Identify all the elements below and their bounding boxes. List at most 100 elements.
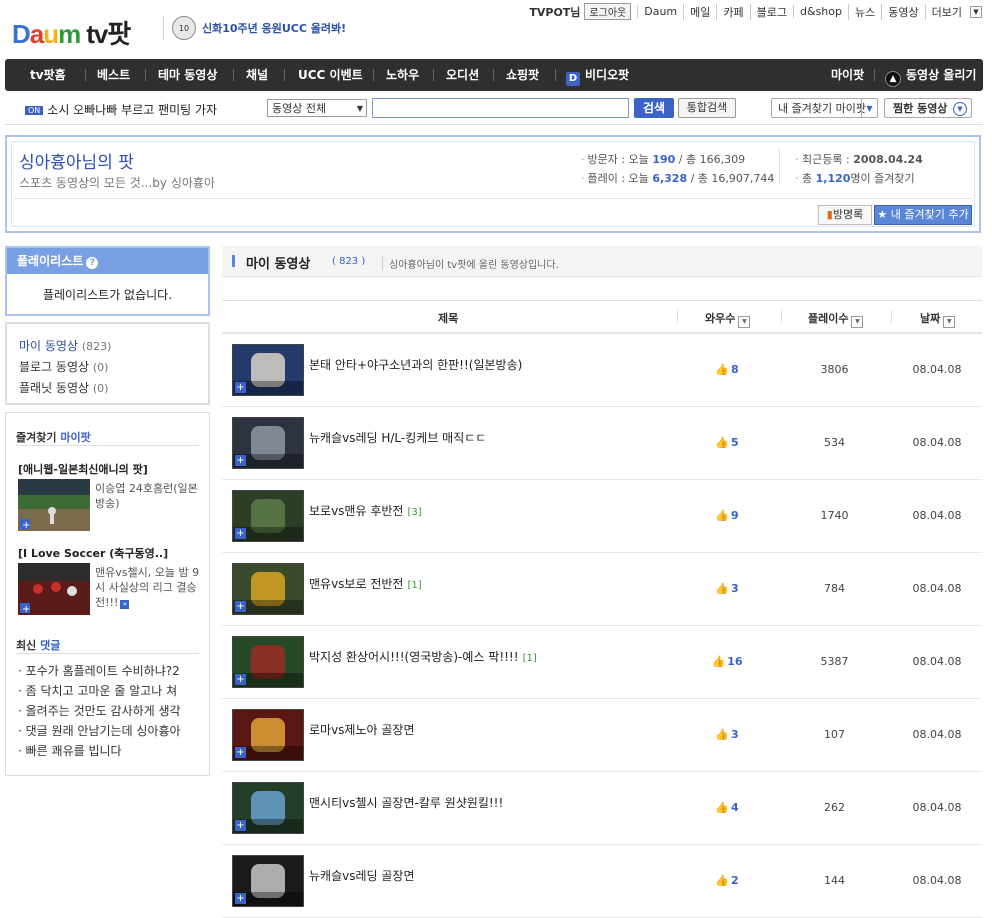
chevron-down-circle-icon: ▼	[953, 102, 967, 116]
add-to-playlist-icon[interactable]: +	[235, 455, 246, 466]
util-link-daum[interactable]: Daum	[637, 5, 683, 18]
nav-upload-video[interactable]: ▲ 동영상 올리기	[885, 59, 976, 91]
fav-video-desc[interactable]: 맨유vs첼시, 오늘 밤 9시 사실상의 리그 결승전!!!»	[95, 565, 203, 610]
nav-mypot[interactable]: 마이팟	[831, 59, 864, 91]
menu-item-blog-videos[interactable]: 블로그 동영상 (0)	[19, 357, 208, 378]
video-thumbnail[interactable]: +	[232, 709, 304, 761]
video-title[interactable]: 박지성 환상어시!!!(영국방송)-예스 팍!!!! [1]	[309, 648, 537, 665]
video-thumbnail[interactable]: +	[232, 636, 304, 688]
video-thumbnail[interactable]: +	[232, 563, 304, 615]
comment-count: [1]	[407, 580, 422, 591]
fav-pot-title[interactable]: [애니웹-일본최신애니의 팟]	[18, 461, 148, 477]
wow-count[interactable]: 👍 16	[697, 655, 757, 668]
video-title[interactable]: 본태 안타+야구소년과의 한판!!(일본방송)	[309, 356, 526, 373]
news-ticker[interactable]: ON 소시 오빠나빠 부르고 팬미팅 가자	[25, 101, 217, 118]
pot-title[interactable]: 싱아흉아님의 팟	[19, 148, 134, 173]
help-icon[interactable]: ?	[86, 257, 99, 269]
saved-videos-button[interactable]: 찜한 동영상 ▼	[884, 98, 972, 118]
wow-count[interactable]: 👍 9	[697, 509, 757, 522]
wow-count[interactable]: 👍 5	[697, 436, 757, 449]
table-row[interactable]: + 뉴캐슬vs레딩 H/L-킹케브 매직ㄷㄷ 👍 5 534 08.04.08	[222, 406, 982, 480]
my-favorites-dropdown[interactable]: 내 즐겨찾기 마이팟 ▼	[771, 98, 878, 118]
search-category-select[interactable]: 동영상 전체 ▼	[267, 99, 367, 117]
wow-count[interactable]: 👍 8	[697, 363, 757, 376]
nav-videopot[interactable]: D 비디오팟	[566, 59, 629, 91]
nav-shoppingpot[interactable]: 쇼핑팟	[506, 59, 539, 91]
video-title[interactable]: 뉴캐슬vs레딩 골장면	[309, 867, 419, 884]
comment-item[interactable]: · 빠른 쾌유를 빕니다	[18, 741, 181, 761]
play-count: 144	[824, 874, 845, 887]
promo-banner[interactable]: 10 신화10주년 응원UCC 올려봐!	[163, 16, 346, 40]
nav-best[interactable]: 베스트	[97, 59, 130, 91]
col-date-sort[interactable]: 날짜 ▼	[920, 310, 956, 328]
table-row[interactable]: + 로마vs제노아 골장면 👍 3 107 08.04.08	[222, 698, 982, 772]
fav-pot-title[interactable]: [I Love Soccer (축구동영..]	[18, 545, 168, 561]
table-row[interactable]: + 박지성 환상어시!!!(영국방송)-예스 팍!!!! [1] 👍 16 5387 08.…	[222, 625, 982, 699]
comment-item[interactable]: · 포수가 홈플레이트 수비하냐?2	[18, 661, 181, 681]
add-to-playlist-icon[interactable]: +	[235, 528, 246, 539]
more-icon[interactable]: »	[120, 600, 130, 609]
video-title[interactable]: 맨유vs보로 전반전 [1]	[309, 575, 422, 592]
menu-item-planet-videos[interactable]: 플래닛 동영상 (0)	[19, 378, 208, 399]
daum-tvpot-logo[interactable]: Daum tv팟	[12, 14, 131, 51]
add-to-playlist-icon[interactable]: +	[235, 382, 246, 393]
add-to-playlist-icon[interactable]: +	[235, 747, 246, 758]
add-to-playlist-icon[interactable]: +	[235, 820, 246, 831]
video-thumbnail[interactable]: +	[232, 782, 304, 834]
util-link-video[interactable]: 동영상	[881, 3, 924, 20]
table-row[interactable]: + 뉴캐슬vs레딩 골장면 👍 2 144 08.04.08	[222, 844, 982, 918]
col-wow-sort[interactable]: 와우수 ▼	[705, 310, 751, 328]
col-plays-sort[interactable]: 플레이수 ▼	[808, 310, 864, 328]
video-thumbnail[interactable]: +	[232, 855, 304, 907]
util-link-news[interactable]: 뉴스	[848, 3, 881, 20]
search-button[interactable]: 검색	[634, 98, 674, 118]
wow-count[interactable]: 👍 3	[697, 582, 757, 595]
table-row[interactable]: + 본태 안타+야구소년과의 한판!!(일본방송) 👍 8 3806 08.04.08	[222, 333, 982, 407]
nav-audition[interactable]: 오디션	[446, 59, 479, 91]
comment-item[interactable]: · 댓글 원래 안남기는데 싱아흉아	[18, 721, 181, 741]
util-link-more[interactable]: 더보기	[924, 3, 968, 20]
video-thumbnail[interactable]: +	[232, 344, 304, 396]
table-row[interactable]: + 보로vs맨유 후반전 [3] 👍 9 1740 08.04.08	[222, 479, 982, 553]
video-title[interactable]: 로마vs제노아 골장면	[309, 721, 419, 738]
search-input[interactable]	[372, 98, 629, 118]
add-favorite-button[interactable]: ★ 내 즐겨찾기 추가	[874, 205, 972, 225]
table-row[interactable]: + 맨시티vs첼시 골장면-칼루 원샷원킬!!! 👍 4 262 08.04.08	[222, 771, 982, 845]
video-title[interactable]: 맨시티vs첼시 골장면-칼루 원샷원킬!!!	[309, 794, 507, 811]
pot-profile-panel: 싱아흉아님의 팟 스포츠 동영상의 모든 것...by 싱아흉아 · 방문자 : …	[5, 135, 981, 233]
wow-count[interactable]: 👍 3	[697, 728, 757, 741]
util-link-dshop[interactable]: d&shop	[793, 5, 848, 18]
util-link-cafe[interactable]: 카페	[716, 3, 749, 20]
integrated-search-button[interactable]: 통합검색	[678, 98, 736, 118]
video-title[interactable]: 보로vs맨유 후반전 [3]	[309, 502, 422, 519]
video-thumbnail[interactable]: +	[232, 490, 304, 542]
fav-video-thumbnail[interactable]: +	[18, 563, 90, 615]
video-title[interactable]: 뉴캐슬vs레딩 H/L-킹케브 매직ㄷㄷ	[309, 429, 490, 446]
nav-theme-video[interactable]: 테마 동영상	[158, 59, 217, 91]
comment-item[interactable]: · 올려주는 것만도 감사하게 생각	[18, 701, 181, 721]
nav-knowhow[interactable]: 노하우	[386, 59, 419, 91]
add-to-playlist-icon[interactable]: +	[235, 893, 246, 904]
util-link-mail[interactable]: 메일	[683, 3, 716, 20]
videopot-d-icon: D	[566, 72, 580, 86]
logout-button[interactable]: 로그아웃	[584, 3, 632, 20]
wow-count[interactable]: 👍 4	[697, 801, 757, 814]
nav-ucc-event[interactable]: UCC 이벤트	[298, 59, 363, 91]
video-thumbnail[interactable]: +	[232, 417, 304, 469]
util-link-blog[interactable]: 블로그	[749, 3, 793, 20]
promo-text[interactable]: 신화10주년 응원UCC 올려봐!	[202, 20, 346, 36]
wow-count[interactable]: 👍 2	[697, 874, 757, 887]
chevron-down-icon[interactable]: ▼	[970, 5, 982, 18]
favorites-heading: 즐겨찾기 마이팟	[16, 431, 91, 444]
nav-channel[interactable]: 채널	[246, 59, 268, 91]
add-to-playlist-icon[interactable]: +	[235, 674, 246, 685]
nav-tvpot-home[interactable]: tv팟홈	[30, 59, 66, 91]
fav-video-thumbnail[interactable]: +	[18, 479, 90, 531]
table-row[interactable]: + 맨유vs보로 전반전 [1] 👍 3 784 08.04.08	[222, 552, 982, 626]
guestbook-button[interactable]: ▮방명록	[818, 205, 872, 225]
comment-item[interactable]: · 좀 닥치고 고마운 줄 알고나 쳐	[18, 681, 181, 701]
fav-video-desc[interactable]: 이승엽 24호홈런(일본방송)	[95, 481, 203, 511]
chevron-down-icon[interactable]: ▼	[861, 99, 877, 117]
menu-item-my-videos[interactable]: 마이 동영상 (823)	[19, 336, 208, 357]
add-to-playlist-icon[interactable]: +	[235, 601, 246, 612]
